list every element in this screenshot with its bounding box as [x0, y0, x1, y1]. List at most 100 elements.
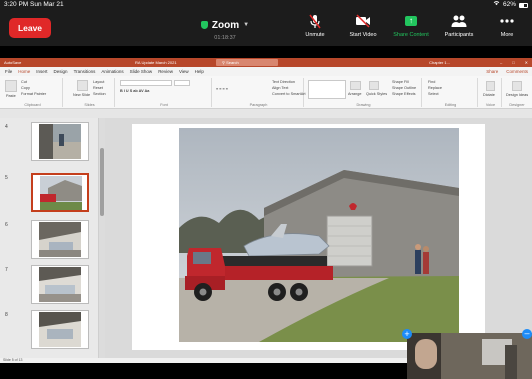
- paragraph-buttons[interactable]: ≡ ≡ ≡ ≡: [216, 87, 228, 91]
- find-button[interactable]: Find: [428, 80, 435, 84]
- autosave-toggle[interactable]: AutoSave: [4, 58, 21, 67]
- window-controls: – □ ✕: [500, 58, 528, 67]
- thumbnail-photo: [39, 312, 81, 347]
- font-group: B I U S ab AV Aa Font: [117, 78, 212, 107]
- ppt-title-bar: AutoSave RA Update March 2021 ⚲ Search C…: [0, 58, 532, 67]
- self-view-image: [407, 333, 532, 379]
- battery-icon: [519, 2, 528, 8]
- meeting-title: Zoom: [211, 19, 240, 31]
- arrange-button[interactable]: Arrange: [348, 92, 362, 96]
- slide-number: 5: [5, 175, 8, 181]
- more-icon: [499, 13, 515, 29]
- comments-button[interactable]: Comments: [506, 67, 528, 76]
- text-direction-button[interactable]: Text Direction: [272, 80, 295, 84]
- search-box[interactable]: ⚲ Search: [216, 59, 278, 66]
- zoom-actions: Unmute Start Video ↑ Share Content Parti…: [296, 13, 526, 38]
- designer-label: Designer: [509, 103, 525, 107]
- mic-muted-icon: [307, 13, 323, 29]
- slide-thumbnail-selected[interactable]: [31, 173, 89, 212]
- quick-styles-icon[interactable]: [369, 81, 379, 90]
- layout-button[interactable]: Layout: [93, 80, 104, 84]
- share-button[interactable]: Share: [486, 67, 498, 76]
- drawing-label: Drawing: [356, 103, 371, 107]
- copy-button[interactable]: Copy: [21, 86, 30, 90]
- design-ideas-icon[interactable]: [512, 81, 522, 91]
- unmute-button[interactable]: Unmute: [296, 13, 334, 38]
- drawing-group: Arrange Quick Styles Shape Fill Shape Ou…: [306, 78, 422, 107]
- arrange-icon[interactable]: [350, 81, 361, 90]
- shapes-gallery[interactable]: [308, 80, 346, 99]
- thumbnail-photo: [39, 124, 81, 159]
- slide-number: 8: [5, 312, 8, 318]
- maximize-icon[interactable]: □: [512, 58, 514, 67]
- font-size-dropdown[interactable]: [174, 80, 190, 86]
- editing-group: Find Replace Select Editing: [424, 78, 478, 107]
- shape-outline-button[interactable]: Shape Outline: [392, 86, 416, 90]
- search-placeholder: Search: [226, 60, 239, 65]
- slide-number: 4: [5, 124, 8, 130]
- reset-button[interactable]: Reset: [93, 86, 103, 90]
- font-format-buttons[interactable]: B I U S ab AV Aa: [120, 89, 149, 93]
- designer-group: Design Ideas Designer: [504, 78, 530, 107]
- shape-effects-button[interactable]: Shape Effects: [392, 92, 416, 96]
- ppt-menu-bar: File Home Insert Design Transitions Anim…: [0, 67, 532, 77]
- participants-button[interactable]: Participants: [440, 13, 478, 38]
- slide-canvas: [105, 118, 532, 358]
- battery-percent: 62%: [502, 1, 516, 8]
- thumbnail-row[interactable]: 4: [0, 122, 96, 166]
- search-icon: ⚲: [222, 60, 225, 65]
- status-time: 3:20 PM Sun Mar 21: [4, 1, 64, 8]
- thumbnail-row-selected[interactable]: 5: [0, 173, 96, 217]
- slide-thumbnail[interactable]: [31, 220, 89, 259]
- replace-button[interactable]: Replace: [428, 86, 442, 90]
- minimize-self-view-icon[interactable]: –: [522, 329, 532, 339]
- meeting-info[interactable]: Zoom ▼ 01:18:37: [170, 16, 280, 41]
- scrollbar-thumb[interactable]: [100, 148, 104, 216]
- status-right: 62%: [493, 0, 528, 10]
- new-slide-icon[interactable]: [77, 80, 88, 91]
- clipboard-label: Clipboard: [24, 103, 41, 107]
- shield-icon: [200, 21, 208, 29]
- shared-screen-powerpoint: AutoSave RA Update March 2021 ⚲ Search C…: [0, 58, 532, 363]
- dictate-button[interactable]: Dictate: [483, 93, 495, 97]
- editing-label: Editing: [444, 103, 457, 107]
- leave-button[interactable]: Leave: [9, 18, 51, 38]
- paste-label[interactable]: Paste: [6, 94, 16, 98]
- minimize-icon[interactable]: –: [500, 58, 502, 67]
- cut-button[interactable]: Cut: [21, 80, 27, 84]
- self-view-video[interactable]: [407, 333, 532, 379]
- select-button[interactable]: Select: [428, 92, 439, 96]
- slides-group: New Slide Layout Reset Section Slides: [65, 78, 115, 107]
- chevron-down-icon: ▼: [243, 22, 250, 28]
- voice-label: Voice: [485, 103, 496, 107]
- design-ideas-button[interactable]: Design Ideas: [506, 93, 528, 97]
- format-painter-button[interactable]: Format Painter: [21, 92, 46, 96]
- slide-thumbnail[interactable]: [31, 310, 89, 349]
- close-icon[interactable]: ✕: [525, 58, 528, 67]
- current-slide[interactable]: [132, 124, 485, 350]
- start-video-button[interactable]: Start Video: [344, 13, 382, 38]
- status-bar: 3:20 PM Sun Mar 21 62%: [0, 0, 532, 10]
- thumbnail-row[interactable]: 8: [0, 310, 96, 354]
- paste-icon[interactable]: [5, 80, 17, 92]
- clipboard-group: Paste Cut Copy Format Painter Clipboard: [3, 78, 63, 107]
- share-content-button[interactable]: ↑ Share Content: [392, 13, 430, 38]
- section-button[interactable]: Section: [93, 92, 106, 96]
- quick-styles-button[interactable]: Quick Styles: [366, 92, 387, 96]
- font-label: Font: [160, 103, 168, 107]
- share-content-label: Share Content: [393, 32, 429, 38]
- shape-fill-button[interactable]: Shape Fill: [392, 80, 409, 84]
- add-overlay-plus-icon[interactable]: +: [402, 329, 412, 339]
- meeting-timer: 01:18:37: [214, 35, 236, 41]
- slide-thumbnail[interactable]: [31, 122, 89, 161]
- more-button[interactable]: More: [488, 13, 526, 38]
- mic-icon[interactable]: [486, 81, 495, 91]
- new-slide-button[interactable]: New Slide: [73, 93, 90, 97]
- slide-thumbnail[interactable]: [31, 265, 89, 304]
- thumbnail-photo: [39, 222, 81, 257]
- thumbnail-row[interactable]: 6: [0, 220, 96, 264]
- thumbnail-row[interactable]: 7: [0, 265, 96, 309]
- align-text-button[interactable]: Align Text: [272, 86, 288, 90]
- smartart-button[interactable]: Convert to SmartArt: [272, 92, 306, 96]
- font-name-dropdown[interactable]: [120, 80, 172, 86]
